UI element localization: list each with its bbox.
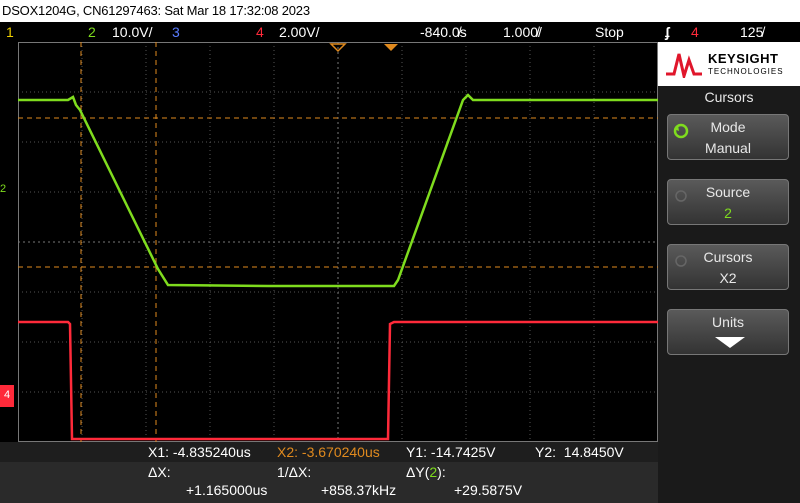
inverse-delta-x-label: 1/ΔX: <box>277 464 312 480</box>
run-state[interactable]: Stop <box>595 22 624 42</box>
ch2-indicator[interactable]: 2 <box>88 22 96 42</box>
channel-marker-gutter: 2 4 <box>0 42 18 442</box>
title-bar: DSOX1204G, CN61297463: Sat Mar 18 17:32:… <box>0 0 800 22</box>
ch4-scale: 2.00V/ <box>279 24 320 40</box>
timebase-value: 1.000̸/ <box>503 24 542 40</box>
menu-title: Cursors <box>704 89 754 105</box>
trigger-source: 4 <box>691 24 699 40</box>
ch1-indicator[interactable]: 1 <box>6 22 14 42</box>
delta-y-value: +29.5875V <box>454 482 523 498</box>
status-bar: 1 2 10.0V/ 3 4 2.00V/ -840.0̸s 1.000̸/ S… <box>0 22 800 42</box>
y1-readout: Y1: -14.7425V <box>406 444 496 460</box>
softkey-menu-panel: KEYSIGHT TECHNOLOGIES Cursors Mode Manua… <box>658 42 800 503</box>
delta-y-prefix: ΔY( <box>406 464 430 480</box>
delay-value: -840.0̸s <box>420 24 467 40</box>
cursor-readout-row2: ΔX: +1.165000us 1/ΔX: +858.37kHz ΔY(2): … <box>0 462 658 503</box>
units-softkey[interactable]: Units <box>667 309 789 355</box>
delta-x-label: ΔX: <box>148 464 171 480</box>
x1-readout: X1: -4.835240us <box>148 444 251 460</box>
ch2-ground-marker[interactable]: 2 <box>0 183 6 195</box>
ch4-indicator[interactable]: 4 <box>256 22 264 42</box>
delta-y-label: ΔY(2): <box>406 464 446 480</box>
mode-value: Manual <box>705 140 751 156</box>
ch3-indicator[interactable]: 3 <box>172 22 180 42</box>
brand-header: KEYSIGHT TECHNOLOGIES <box>658 42 800 86</box>
down-arrow-icon <box>715 337 745 348</box>
delta-x-value: +1.165000us <box>186 482 268 498</box>
brand-subtitle: TECHNOLOGIES <box>708 67 784 76</box>
mode-label: Mode <box>710 119 746 135</box>
trigger-edge-icon: ʄ <box>665 24 670 40</box>
ch2-scale: 10.0V/ <box>112 24 153 40</box>
cursors-value: X2 <box>719 270 737 286</box>
source-value: 2 <box>724 205 732 221</box>
instrument-id: DSOX1204G, CN61297463: Sat Mar 18 17:32:… <box>2 3 310 18</box>
source-softkey[interactable]: Source 2 <box>667 179 789 225</box>
brand-name: KEYSIGHT <box>708 51 779 66</box>
keysight-logo-icon <box>666 53 702 78</box>
cursors-label: Cursors <box>703 249 753 265</box>
waveform-svg <box>18 42 658 442</box>
waveform-display[interactable] <box>18 42 658 442</box>
inverse-delta-x-value: +858.37kHz <box>321 482 397 498</box>
ch4-ground-marker: 4 <box>4 389 11 401</box>
cursor-readout: X1: -4.835240us X2: -3.670240us Y1: -14.… <box>0 442 658 503</box>
units-label: Units <box>712 314 744 330</box>
trigger-level: 125̸ <box>740 24 764 40</box>
y2-readout: Y2: 14.8450V <box>535 444 624 460</box>
delta-y-source: 2 <box>429 464 438 480</box>
cursors-softkey[interactable]: Cursors X2 <box>667 244 789 290</box>
delta-y-suffix: ): <box>437 464 446 480</box>
x2-readout: X2: -3.670240us <box>277 444 380 460</box>
source-label: Source <box>705 184 751 200</box>
ch4-ground-marker-bg[interactable]: 4 <box>0 385 14 407</box>
cursor-readout-row1: X1: -4.835240us X2: -3.670240us Y1: -14.… <box>0 442 658 462</box>
mode-softkey[interactable]: Mode Manual <box>667 114 789 160</box>
